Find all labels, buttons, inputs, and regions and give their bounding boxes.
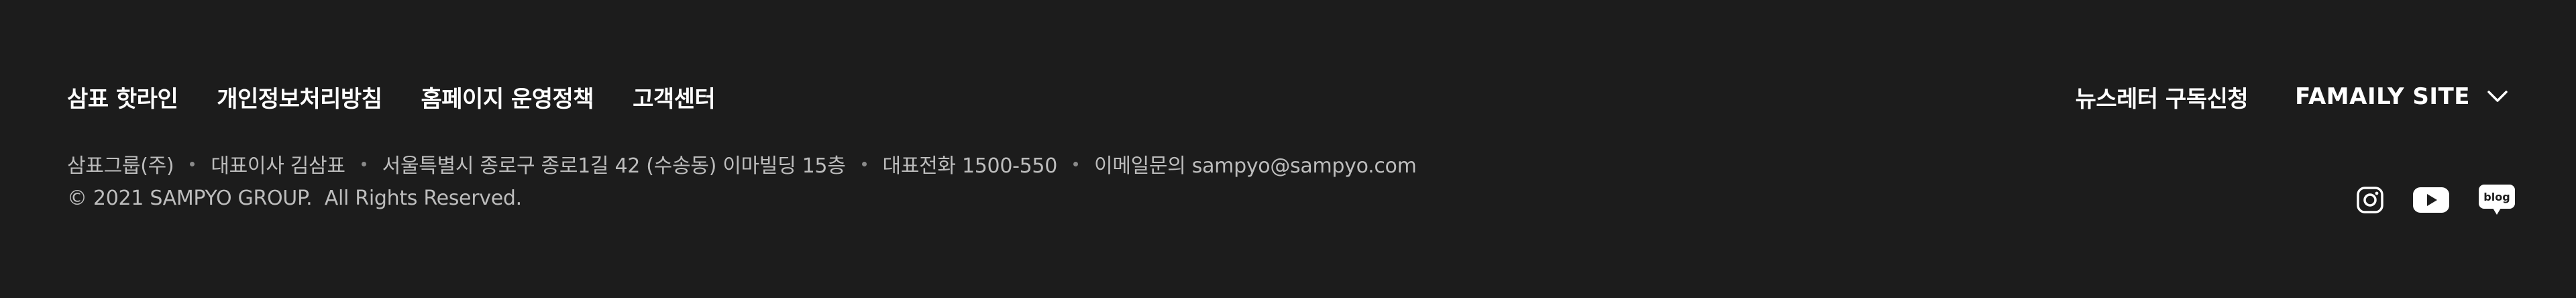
info-separator (361, 161, 366, 166)
info-separator (1073, 161, 1079, 166)
footer-links: 삼표 핫라인 개인정보처리방침 홈페이지 운영정책 고객센터 (67, 79, 716, 114)
footer-link-privacy-policy[interactable]: 개인정보처리방침 (217, 81, 382, 113)
family-site-dropdown[interactable]: FAMAILY SITE (2295, 83, 2509, 110)
youtube-icon[interactable] (2412, 186, 2450, 214)
company-name: 삼표그룹(주) (67, 154, 174, 178)
footer-right: 뉴스레터 구독신청 FAMAILY SITE (2076, 79, 2509, 114)
chevron-down-icon (2486, 85, 2509, 108)
company-email: 이메일문의 sampyo@sampyo.com (1094, 154, 1417, 178)
blog-icon-label: blog (2483, 191, 2510, 203)
blog-icon[interactable]: blog (2478, 183, 2516, 217)
family-site-label: FAMAILY SITE (2295, 83, 2470, 110)
copyright-text: © 2021 SAMPYO GROUP. All Rights Reserved… (67, 187, 522, 210)
social-links: blog (2356, 183, 2516, 217)
footer-link-customer-center[interactable]: 고객센터 (633, 81, 716, 113)
footer-link-hotline[interactable]: 삼표 핫라인 (67, 81, 178, 113)
site-footer: 삼표 핫라인 개인정보처리방침 홈페이지 운영정책 고객센터 뉴스레터 구독신청… (0, 0, 2576, 298)
company-address: 서울특별시 종로구 종로1길 42 (수송동) 이마빌딩 15층 (382, 154, 846, 178)
footer-link-website-policy[interactable]: 홈페이지 운영정책 (421, 81, 594, 113)
company-info: 삼표그룹(주) 대표이사 김삼표 서울특별시 종로구 종로1길 42 (수송동)… (67, 149, 1417, 179)
company-ceo: 대표이사 김삼표 (211, 154, 345, 178)
info-separator (190, 161, 195, 166)
company-phone: 대표전화 1500-550 (882, 154, 1058, 178)
info-separator (861, 161, 867, 166)
instagram-icon[interactable] (2356, 186, 2384, 214)
newsletter-subscribe-link[interactable]: 뉴스레터 구독신청 (2076, 81, 2249, 113)
